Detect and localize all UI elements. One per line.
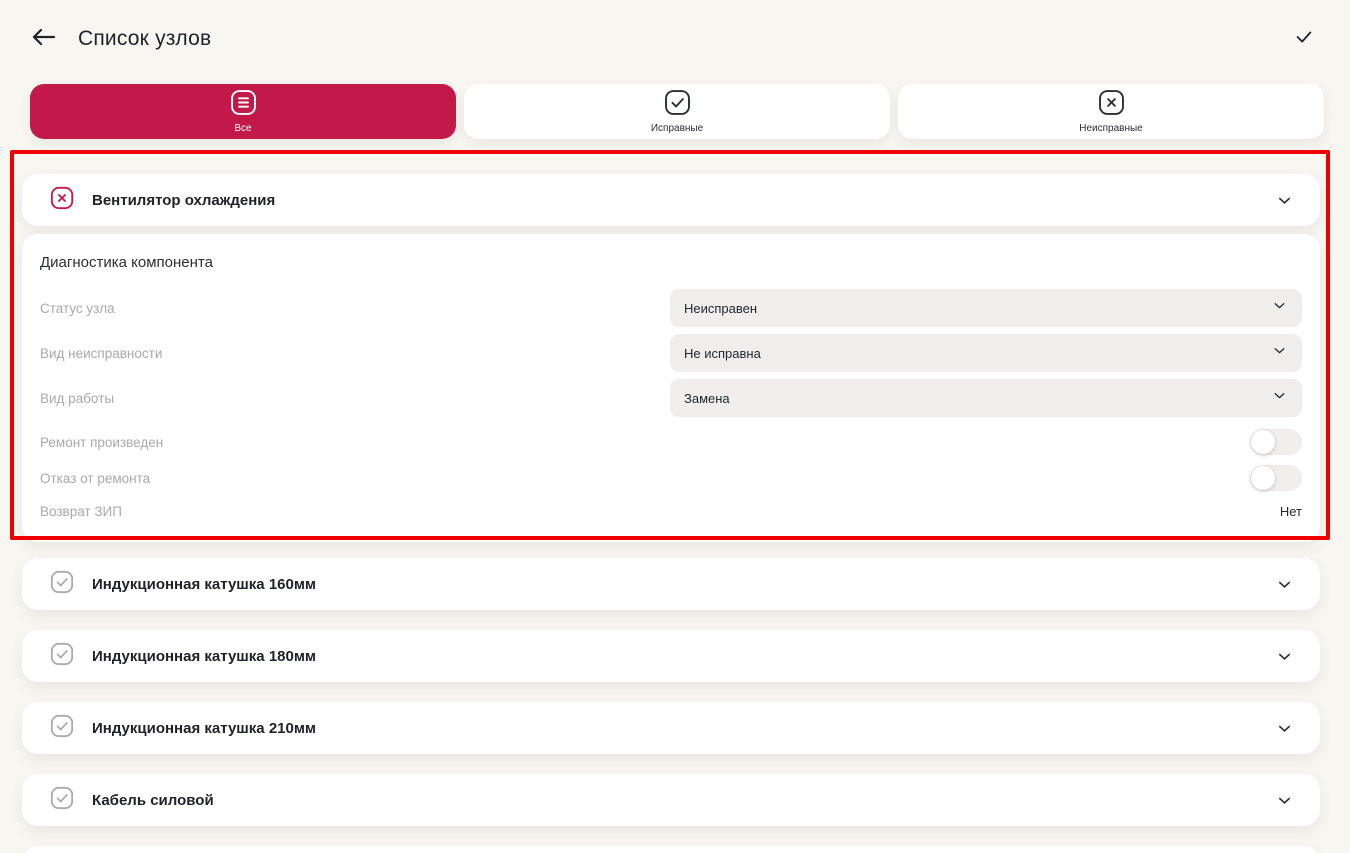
node-title: Индукционная катушка 210мм — [92, 720, 1275, 737]
check-square-icon — [50, 786, 74, 815]
field-label: Отказ от ремонта — [40, 471, 1250, 486]
accordion-header-power-cable[interactable]: Кабель силовой — [22, 774, 1320, 826]
list-square-icon — [230, 89, 257, 121]
field-node-status: Статус узла Неисправен — [40, 289, 1302, 327]
panel-title: Диагностика компонента — [40, 254, 1302, 271]
accordion-header-coil-180[interactable]: Индукционная катушка 180мм — [22, 630, 1320, 682]
node-status-select[interactable]: Неисправен — [670, 289, 1302, 327]
field-label: Вид работы — [40, 391, 670, 406]
node-title: Вентилятор охлаждения — [92, 192, 1275, 209]
field-repair-refused: Отказ от ремонта — [40, 460, 1302, 496]
node-title: Кабель силовой — [92, 792, 1275, 809]
chevron-down-icon — [1271, 342, 1288, 364]
tab-working[interactable]: Исправные — [464, 84, 890, 139]
check-square-icon — [664, 89, 691, 121]
field-label: Ремонт произведен — [40, 435, 1250, 450]
back-button[interactable] — [28, 25, 58, 54]
field-label: Вид неисправности — [40, 346, 670, 361]
field-repair-done: Ремонт произведен — [40, 424, 1302, 460]
repair-refused-toggle[interactable] — [1250, 465, 1302, 491]
chevron-down-icon — [1271, 387, 1288, 409]
accordion-header-partial[interactable] — [22, 846, 1320, 853]
field-spares-return: Возврат ЗИП Нет — [40, 496, 1302, 526]
field-fault-type: Вид неисправности Не исправна — [40, 334, 1302, 372]
page-title: Список узлов — [78, 27, 211, 51]
chevron-down-icon — [1275, 575, 1294, 594]
node-title: Индукционная катушка 180мм — [92, 648, 1275, 665]
fault-type-select[interactable]: Не исправна — [670, 334, 1302, 372]
check-icon — [1292, 26, 1316, 53]
node-title: Индукционная катушка 160мм — [92, 576, 1275, 593]
select-value: Не исправна — [684, 346, 1271, 361]
work-type-select[interactable]: Замена — [670, 379, 1302, 417]
tab-all[interactable]: Все — [30, 84, 456, 139]
tab-faulty[interactable]: Неисправные — [898, 84, 1324, 139]
check-square-icon — [50, 570, 74, 599]
x-square-icon — [50, 186, 74, 215]
tab-faulty-label: Неисправные — [1079, 123, 1143, 134]
select-value: Замена — [684, 391, 1271, 406]
field-label: Возврат ЗИП — [40, 504, 1280, 519]
repair-done-toggle[interactable] — [1250, 429, 1302, 455]
field-label: Статус узла — [40, 301, 670, 316]
spares-return-value: Нет — [1280, 504, 1302, 519]
toggle-knob — [1251, 430, 1275, 454]
filter-tabs: Все Исправные Неисправные — [30, 84, 1324, 139]
chevron-down-icon — [1275, 719, 1294, 738]
diagnostics-panel: Диагностика компонента Статус узла Неисп… — [22, 234, 1320, 542]
tab-all-label: Все — [234, 123, 251, 134]
header: Список узлов — [0, 0, 1350, 58]
chevron-down-icon — [1271, 297, 1288, 319]
x-square-icon — [1098, 89, 1125, 121]
confirm-button[interactable] — [1292, 26, 1320, 53]
arrow-left-icon — [28, 25, 58, 54]
tab-working-label: Исправные — [651, 123, 703, 134]
chevron-down-icon — [1275, 191, 1294, 210]
select-value: Неисправен — [684, 301, 1271, 316]
node-list-page: Список узлов Все — [0, 0, 1350, 853]
accordion-header-cooling-fan[interactable]: Вентилятор охлаждения — [22, 174, 1320, 226]
accordion-header-coil-160[interactable]: Индукционная катушка 160мм — [22, 558, 1320, 610]
toggle-knob — [1251, 466, 1275, 490]
accordion-header-coil-210[interactable]: Индукционная катушка 210мм — [22, 702, 1320, 754]
node-list: Вентилятор охлаждения Диагностика компон… — [22, 174, 1320, 853]
check-square-icon — [50, 714, 74, 743]
field-work-type: Вид работы Замена — [40, 379, 1302, 417]
chevron-down-icon — [1275, 647, 1294, 666]
check-square-icon — [50, 642, 74, 671]
chevron-down-icon — [1275, 791, 1294, 810]
